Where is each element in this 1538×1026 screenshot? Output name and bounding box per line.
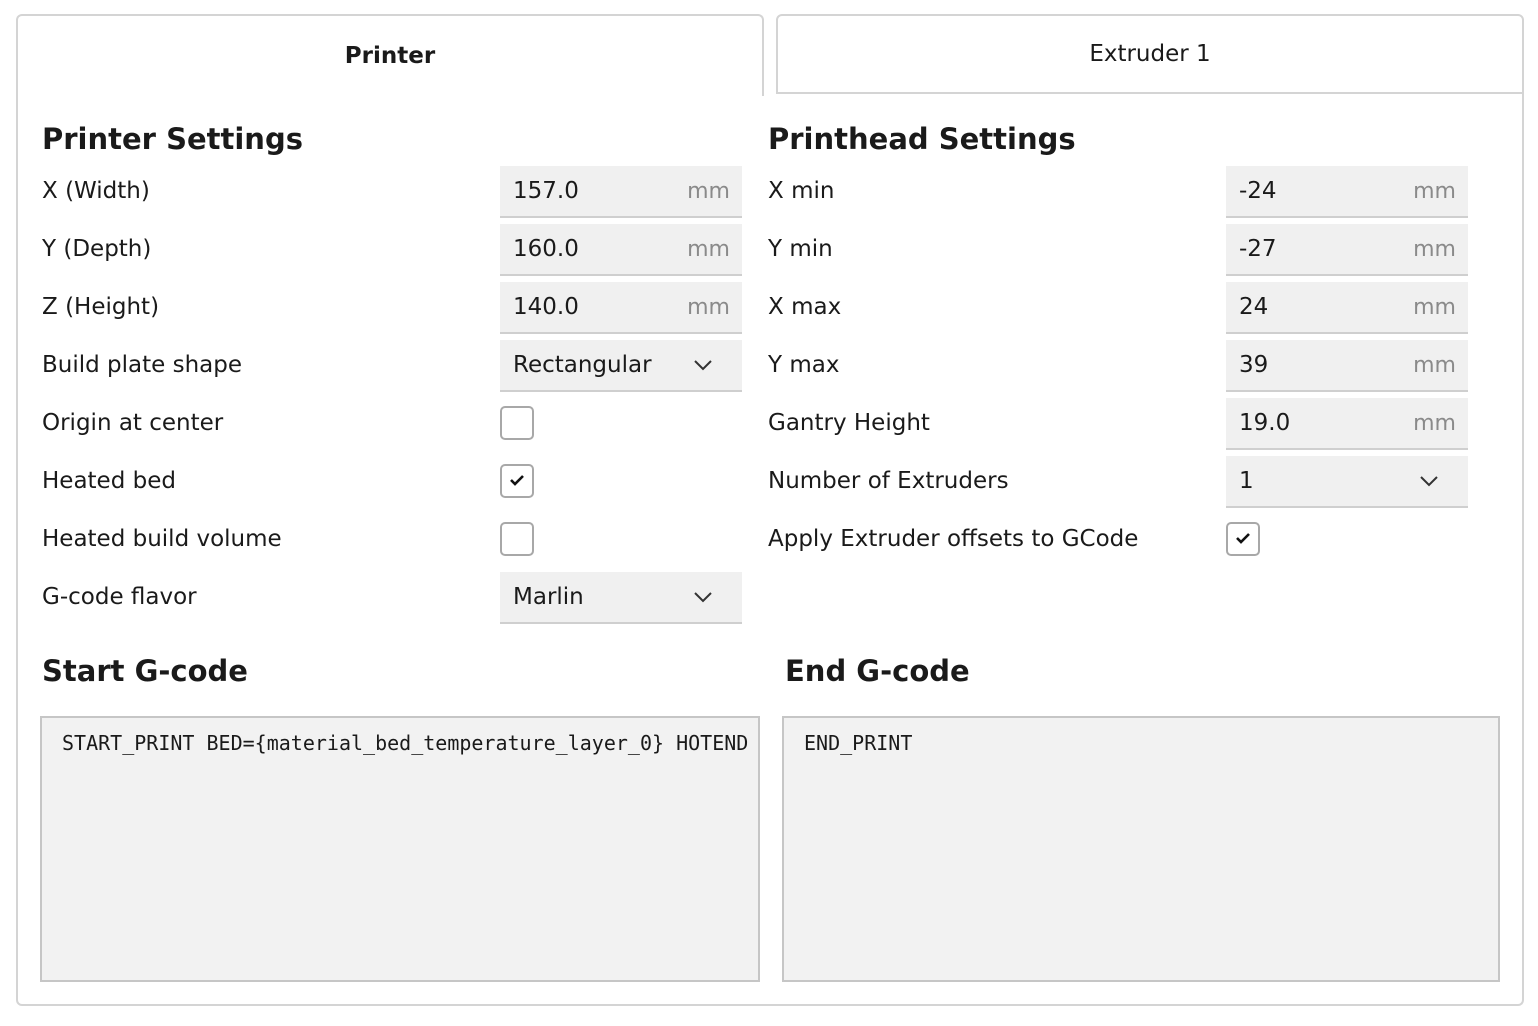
- tab-extruder-1-label: Extruder 1: [1089, 41, 1211, 67]
- tab-extruder-1[interactable]: Extruder 1: [776, 14, 1524, 94]
- tab-printer[interactable]: Printer: [16, 14, 764, 96]
- tab-printer-label: Printer: [344, 43, 436, 69]
- settings-panel: [16, 92, 1524, 1006]
